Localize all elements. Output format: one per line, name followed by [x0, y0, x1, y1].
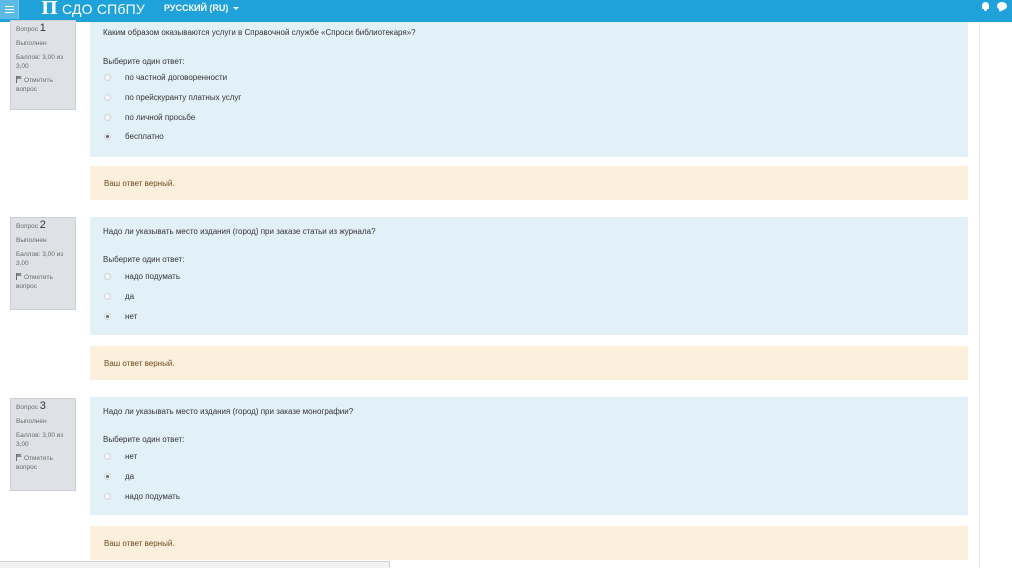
- question-info-2: Вопрос 2 Выполнен Баллов: 3,00 из 3,00 О…: [10, 217, 76, 310]
- menu-toggle-button[interactable]: [0, 0, 19, 19]
- radio-button-selected[interactable]: [104, 132, 111, 140]
- answer-option-label: надо подумать: [125, 271, 180, 281]
- flag-icon: [16, 454, 22, 461]
- answer-option-label: да: [125, 291, 135, 301]
- question-number: Вопрос 2: [16, 219, 70, 231]
- language-label: Русский (ru): [164, 3, 229, 13]
- answer-option[interactable]: нет: [104, 311, 137, 321]
- radio-button[interactable]: [104, 93, 111, 101]
- answer-option-label: по частной договоренности: [125, 72, 228, 82]
- answer-feedback: Ваш ответ верный.: [90, 526, 968, 560]
- question-text: Надо ли указывать место издания (город) …: [103, 227, 376, 236]
- flag-question-link[interactable]: Отметить вопрос: [16, 76, 70, 94]
- brand-logo: Π: [41, 0, 58, 19]
- language-menu[interactable]: Русский (ru): [164, 3, 240, 13]
- answer-prompt: Выберите один ответ:: [103, 255, 185, 264]
- chat-icon[interactable]: [997, 2, 1007, 10]
- question-content-2: Надо ли указывать место издания (город) …: [90, 217, 968, 335]
- question-state: Выполнен: [16, 40, 47, 47]
- radio-button[interactable]: [104, 113, 111, 121]
- answer-option[interactable]: да: [104, 471, 134, 481]
- radio-button[interactable]: [104, 272, 111, 280]
- chevron-down-icon: [233, 6, 240, 10]
- question-number: Вопрос 3: [16, 400, 70, 412]
- answer-prompt: Выберите один ответ:: [103, 57, 185, 66]
- answer-feedback: Ваш ответ верный.: [90, 166, 968, 200]
- answer-option-label: нет: [125, 451, 138, 461]
- answer-option-label: по личной просьбе: [125, 112, 196, 122]
- question-label: Вопрос: [16, 404, 38, 411]
- bell-icon[interactable]: [981, 2, 990, 11]
- question-content-3: Надо ли указывать место издания (город) …: [90, 397, 968, 515]
- question-number-value: 2: [39, 219, 46, 231]
- question-info-1: Вопрос 1 Выполнен Баллов: 3,00 из 3,00 О…: [10, 20, 76, 110]
- question-grade: Баллов: 3,00 из 3,00: [16, 54, 64, 70]
- question-text: Надо ли указывать место издания (город) …: [103, 407, 354, 416]
- question-grade: Баллов: 3,00 из 3,00: [16, 251, 64, 267]
- question-label: Вопрос: [16, 223, 38, 230]
- answer-option-label: бесплатно: [125, 131, 164, 141]
- question-state: Выполнен: [16, 237, 47, 244]
- radio-button-selected[interactable]: [104, 472, 111, 480]
- flag-icon: [16, 273, 22, 280]
- browser-status-bar: [0, 561, 390, 568]
- site-name: СДО СПбПУ: [62, 1, 146, 17]
- answer-option[interactable]: надо подумать: [104, 271, 180, 281]
- answer-option-label: надо подумать: [125, 491, 180, 501]
- question-grade: Баллов: 3,00 из 3,00: [16, 432, 64, 448]
- answer-prompt: Выберите один ответ:: [103, 435, 185, 444]
- question-info-3: Вопрос 3 Выполнен Баллов: 3,00 из 3,00 О…: [10, 398, 76, 491]
- answer-option[interactable]: по прейскуранту платных услуг: [104, 92, 241, 102]
- question-text: Каким образом оказываются услуги в Справ…: [103, 28, 416, 37]
- radio-button[interactable]: [104, 292, 111, 300]
- answer-option[interactable]: по частной договоренности: [104, 72, 227, 82]
- answer-option-label: нет: [125, 311, 138, 321]
- navbar-icons: [981, 2, 1007, 11]
- question-number: Вопрос 1: [16, 22, 70, 34]
- question-content-1: Каким образом оказываются услуги в Справ…: [90, 22, 968, 157]
- radio-button[interactable]: [104, 492, 111, 500]
- flag-question-link[interactable]: Отметить вопрос: [16, 273, 70, 291]
- question-number-value: 1: [39, 22, 46, 34]
- answer-option[interactable]: да: [104, 291, 134, 301]
- answer-option[interactable]: бесплатно: [104, 131, 164, 141]
- answer-option[interactable]: надо подумать: [104, 491, 180, 501]
- question-label: Вопрос: [16, 26, 38, 33]
- answer-feedback: Ваш ответ верный.: [90, 346, 968, 380]
- flag-icon: [16, 76, 22, 83]
- answer-option-label: по прейскуранту платных услуг: [125, 92, 242, 102]
- radio-button[interactable]: [104, 73, 111, 81]
- question-number-value: 3: [39, 400, 46, 412]
- answer-option[interactable]: нет: [104, 451, 137, 461]
- answer-option[interactable]: по личной просьбе: [104, 112, 195, 122]
- answer-option-label: да: [125, 471, 135, 481]
- site-brand-link[interactable]: Π СДО СПбПУ: [41, 0, 145, 18]
- top-navbar: Π СДО СПбПУ Русский (ru): [0, 0, 1012, 22]
- page-border: [979, 22, 980, 568]
- hamburger-icon: [4, 6, 14, 13]
- question-state: Выполнен: [16, 418, 47, 425]
- flag-question-link[interactable]: Отметить вопрос: [16, 454, 70, 472]
- radio-button[interactable]: [104, 452, 111, 460]
- radio-button-selected[interactable]: [104, 312, 111, 320]
